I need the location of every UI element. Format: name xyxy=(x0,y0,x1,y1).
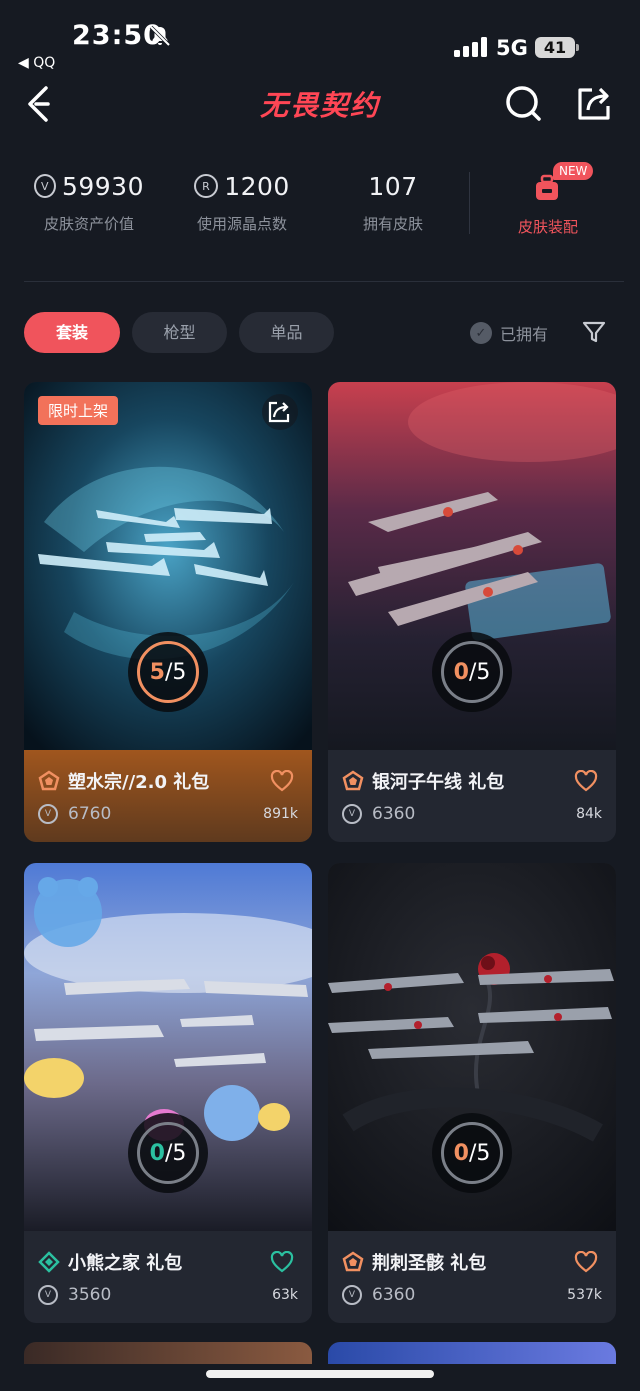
total-count: /5 xyxy=(468,659,491,685)
bundle-name: 荆刺圣骸 礼包 xyxy=(372,1253,487,1274)
radianite-icon: R xyxy=(194,174,219,198)
bundle-info: 荆刺圣骸 礼包 V 6360 537k xyxy=(328,1231,616,1323)
vp-currency-icon: V xyxy=(34,174,56,198)
vp-currency-icon: V xyxy=(38,1285,58,1305)
favorite-heart-icon[interactable] xyxy=(574,770,598,792)
favorite-heart-icon[interactable] xyxy=(574,1251,598,1273)
battery-level: 41 xyxy=(535,37,575,58)
bundle-card[interactable]: 限时上架 5/5 塑水宗//2.0 礼包 V 6760 891k xyxy=(24,382,312,842)
like-count: 63k xyxy=(272,1287,298,1303)
total-count: /5 xyxy=(164,659,187,685)
checkmark-icon: ✓ xyxy=(470,322,492,344)
bundle-price: V 6360 xyxy=(342,1285,415,1305)
tab-weapon-type[interactable]: 枪型 xyxy=(132,312,227,353)
owned-toggle-label: 已拥有 xyxy=(500,325,549,344)
asset-value: 59930 xyxy=(61,171,144,201)
stat-asset-value: V 59930 皮肤资产价值 xyxy=(34,165,144,234)
owned-toggle[interactable]: ✓ 已拥有 xyxy=(470,320,548,346)
skin-equip-button[interactable]: NEW 皮肤装配 xyxy=(490,162,606,237)
radianite-value: 1200 xyxy=(224,171,290,201)
price-value: 6760 xyxy=(68,804,112,824)
new-badge: NEW xyxy=(553,162,594,180)
bundle-name: 银河子午线 礼包 xyxy=(372,772,505,793)
owned-count: 0 xyxy=(453,1140,469,1166)
stat-owned-skins: 107 拥有皮肤 xyxy=(343,165,443,234)
owned-count: 0 xyxy=(453,659,469,685)
price-value: 3560 xyxy=(68,1285,112,1305)
battery-indicator: 41 xyxy=(535,37,579,59)
bundle-info: 小熊之家 礼包 V 3560 63k xyxy=(24,1231,312,1323)
network-type: 5G xyxy=(496,36,528,60)
bundle-card[interactable]: 0/5 银河子午线 礼包 V 6360 84k xyxy=(328,382,616,842)
search-icon[interactable] xyxy=(504,84,542,122)
like-count: 537k xyxy=(567,1287,602,1303)
bundle-info: 塑水宗//2.0 礼包 V 6760 891k xyxy=(24,750,312,842)
vp-currency-icon: V xyxy=(342,1285,362,1305)
price-value: 6360 xyxy=(372,804,416,824)
back-to-app-link[interactable]: ◀ QQ xyxy=(18,55,55,71)
tier-pentagon-icon xyxy=(38,770,60,791)
asset-value-label: 皮肤资产价值 xyxy=(43,215,134,233)
limited-time-badge: 限时上架 xyxy=(38,396,119,425)
back-arrow-icon[interactable] xyxy=(24,84,60,124)
status-bar: 23:50 ◀ QQ 5G 41 xyxy=(0,0,640,78)
bundle-name: 小熊之家 礼包 xyxy=(68,1253,183,1274)
radianite-label: 使用源晶点数 xyxy=(196,215,287,233)
owned-skins-label: 拥有皮肤 xyxy=(362,215,423,233)
bundle-name: 塑水宗//2.0 礼包 xyxy=(68,772,210,793)
favorite-heart-icon[interactable] xyxy=(270,770,294,792)
tab-bundle[interactable]: 套装 xyxy=(24,312,120,353)
vp-currency-icon: V xyxy=(342,804,362,824)
cellular-signal-icon xyxy=(454,37,487,57)
collection-progress-ring: 0/5 xyxy=(128,1113,208,1193)
tier-pentagon-icon xyxy=(342,770,364,791)
owned-count: 5 xyxy=(149,659,165,685)
collection-progress-ring: 0/5 xyxy=(432,1113,512,1193)
bundle-price: V 6760 xyxy=(38,804,111,824)
tab-single-item[interactable]: 单品 xyxy=(239,312,334,353)
stat-radianite: R 1200 使用源晶点数 xyxy=(186,165,298,234)
bundle-info: 银河子午线 礼包 V 6360 84k xyxy=(328,750,616,842)
bundle-price: V 3560 xyxy=(38,1285,111,1305)
bundle-card-peek[interactable] xyxy=(328,1342,616,1364)
collection-progress-ring: 5/5 xyxy=(128,632,208,712)
share-icon[interactable] xyxy=(262,394,298,430)
total-count: /5 xyxy=(468,1140,491,1166)
bundle-price: V 6360 xyxy=(342,804,415,824)
home-indicator[interactable] xyxy=(206,1370,434,1378)
like-count: 84k xyxy=(576,806,602,822)
favorite-heart-icon[interactable] xyxy=(270,1251,294,1273)
total-count: /5 xyxy=(164,1140,187,1166)
tier-diamond-icon xyxy=(38,1251,60,1273)
bundle-card[interactable]: 0/5 荆刺圣骸 礼包 V 6360 537k xyxy=(328,863,616,1323)
owned-skins-value: 107 xyxy=(368,171,418,201)
collection-progress-ring: 0/5 xyxy=(432,632,512,712)
share-icon[interactable] xyxy=(576,84,612,122)
section-divider xyxy=(24,281,624,282)
bundle-card[interactable]: 0/5 小熊之家 礼包 V 3560 63k xyxy=(24,863,312,1323)
owned-count: 0 xyxy=(149,1140,165,1166)
skin-equip-label: 皮肤装配 xyxy=(517,218,578,236)
bundle-card-peek[interactable] xyxy=(24,1342,312,1364)
vp-currency-icon: V xyxy=(38,804,58,824)
price-value: 6360 xyxy=(372,1285,416,1305)
app-logo-title: 无畏契约 xyxy=(259,89,380,122)
bell-muted-icon xyxy=(149,25,171,47)
stats-divider xyxy=(469,172,470,234)
like-count: 891k xyxy=(263,806,298,822)
tier-pentagon-icon xyxy=(342,1251,364,1272)
filter-funnel-icon[interactable] xyxy=(582,320,606,344)
